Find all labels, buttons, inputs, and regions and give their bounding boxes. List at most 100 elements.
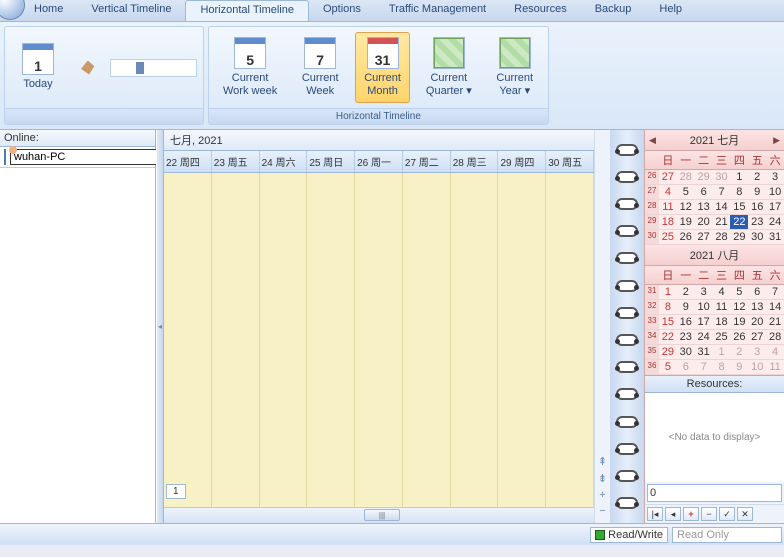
- cal-day[interactable]: 5: [730, 285, 748, 299]
- cal-day[interactable]: 13: [748, 300, 766, 314]
- prev-month-icon[interactable]: ◀: [649, 135, 656, 146]
- cal-day[interactable]: 31: [766, 230, 784, 244]
- status-readwrite[interactable]: Read/Write: [590, 527, 668, 543]
- collapse-down-icon[interactable]: ⇟: [598, 472, 607, 485]
- confirm-icon[interactable]: ✓: [719, 507, 735, 521]
- cal-day[interactable]: 30: [713, 170, 731, 184]
- cal-day[interactable]: 4: [766, 345, 784, 359]
- cal-day[interactable]: 29: [730, 230, 748, 244]
- cal-day[interactable]: 27: [659, 170, 677, 184]
- cal-day[interactable]: 7: [695, 360, 713, 374]
- cal-day[interactable]: 11: [713, 300, 731, 314]
- cal-day[interactable]: 3: [695, 285, 713, 299]
- cal-day[interactable]: 2: [677, 285, 695, 299]
- tab-options[interactable]: Options: [309, 0, 375, 21]
- sheet-tab[interactable]: 1: [166, 484, 186, 499]
- cal-day[interactable]: 6: [695, 185, 713, 199]
- cal-day[interactable]: 23: [677, 330, 695, 344]
- cal-day[interactable]: 22: [659, 330, 677, 344]
- ribbon-btn-4[interactable]: CurrentYear ▾: [488, 33, 542, 102]
- cal-day[interactable]: 16: [748, 200, 766, 214]
- timeline-col[interactable]: 29 周四: [498, 151, 546, 172]
- cal-day[interactable]: 4: [713, 285, 731, 299]
- cal-day[interactable]: 3: [766, 170, 784, 184]
- cal-day[interactable]: 25: [713, 330, 731, 344]
- ribbon-btn-0[interactable]: 5CurrentWork week: [215, 33, 285, 102]
- cal-day[interactable]: 26: [677, 230, 695, 244]
- timeline-body[interactable]: [164, 173, 594, 507]
- cal-day[interactable]: 26: [730, 330, 748, 344]
- cal-day[interactable]: 20: [695, 215, 713, 229]
- today-button[interactable]: 1 Today: [11, 39, 65, 95]
- cal-day[interactable]: 1: [730, 170, 748, 184]
- cal-day[interactable]: 30: [748, 230, 766, 244]
- timeline-col[interactable]: 30 周五: [546, 151, 594, 172]
- cal-day[interactable]: 31: [695, 345, 713, 359]
- cal-day[interactable]: 22: [730, 215, 748, 229]
- zoom-out-icon[interactable]: −: [599, 505, 605, 517]
- cal-day[interactable]: 2: [748, 170, 766, 184]
- timeline-col[interactable]: 28 周三: [451, 151, 499, 172]
- cal-day[interactable]: 18: [659, 215, 677, 229]
- online-user-input[interactable]: [10, 149, 160, 165]
- status-readonly[interactable]: Read Only: [672, 527, 782, 543]
- cal-day[interactable]: 17: [695, 315, 713, 329]
- online-user-row[interactable]: [0, 147, 155, 168]
- tab-horizontal-timeline[interactable]: Horizontal Timeline: [185, 0, 309, 21]
- tab-traffic-management[interactable]: Traffic Management: [375, 0, 500, 21]
- timeline-col[interactable]: 23 周五: [212, 151, 260, 172]
- cal-day[interactable]: 7: [713, 185, 731, 199]
- cal-day[interactable]: 2: [730, 345, 748, 359]
- cal-day[interactable]: 12: [677, 200, 695, 214]
- cal-day[interactable]: 27: [748, 330, 766, 344]
- tab-help[interactable]: Help: [645, 0, 696, 21]
- zoom-in-icon[interactable]: +: [599, 489, 605, 501]
- cal-day[interactable]: 15: [659, 315, 677, 329]
- timeline-col[interactable]: 25 周日: [307, 151, 355, 172]
- cal-day[interactable]: 28: [766, 330, 784, 344]
- prev-icon[interactable]: ◂: [665, 507, 681, 521]
- cal-day[interactable]: 9: [748, 185, 766, 199]
- cal-day[interactable]: 24: [695, 330, 713, 344]
- cal-day[interactable]: 16: [677, 315, 695, 329]
- timeline-col[interactable]: 24 周六: [260, 151, 308, 172]
- timeline-col[interactable]: 22 周四: [164, 151, 212, 172]
- cal-day[interactable]: 8: [713, 360, 731, 374]
- cal-day[interactable]: 10: [766, 185, 784, 199]
- collapse-up-icon[interactable]: ⇞: [598, 455, 607, 468]
- zoom-slider[interactable]: [110, 59, 197, 77]
- timeline-col[interactable]: 27 周二: [403, 151, 451, 172]
- cal-day[interactable]: 4: [659, 185, 677, 199]
- cal-day[interactable]: 29: [695, 170, 713, 184]
- first-icon[interactable]: |◂: [647, 507, 663, 521]
- cal-day[interactable]: 5: [677, 185, 695, 199]
- calendar-1[interactable]: 日一二三四五六262728293012327456789102811121314…: [645, 151, 784, 245]
- cal-day[interactable]: 29: [659, 345, 677, 359]
- cal-day[interactable]: 10: [695, 300, 713, 314]
- cal-day[interactable]: 17: [766, 200, 784, 214]
- ribbon-btn-1[interactable]: 7CurrentWeek: [293, 33, 347, 102]
- cal-day[interactable]: 21: [713, 215, 731, 229]
- cal-day[interactable]: 15: [730, 200, 748, 214]
- cal-day[interactable]: 24: [766, 215, 784, 229]
- cal-day[interactable]: 18: [713, 315, 731, 329]
- cal-day[interactable]: 13: [695, 200, 713, 214]
- cal-day[interactable]: 11: [766, 360, 784, 374]
- cal-day[interactable]: 28: [677, 170, 695, 184]
- h-scrollbar[interactable]: |||: [164, 507, 594, 523]
- cal-day[interactable]: 12: [730, 300, 748, 314]
- remove-icon[interactable]: −: [701, 507, 717, 521]
- add-icon[interactable]: +: [683, 507, 699, 521]
- calendar-2[interactable]: 日一二三四五六311234567328910111213143315161718…: [645, 266, 784, 375]
- cal-day[interactable]: 1: [659, 285, 677, 299]
- next-month-icon[interactable]: ▶: [773, 135, 780, 146]
- cal-day[interactable]: 7: [766, 285, 784, 299]
- cal-day[interactable]: 10: [748, 360, 766, 374]
- cal-day[interactable]: 20: [748, 315, 766, 329]
- cal-day[interactable]: 9: [677, 300, 695, 314]
- cal-day[interactable]: 1: [713, 345, 731, 359]
- pin-icon[interactable]: [81, 61, 94, 75]
- cal-day[interactable]: 27: [695, 230, 713, 244]
- cal-day[interactable]: 21: [766, 315, 784, 329]
- cal-day[interactable]: 6: [677, 360, 695, 374]
